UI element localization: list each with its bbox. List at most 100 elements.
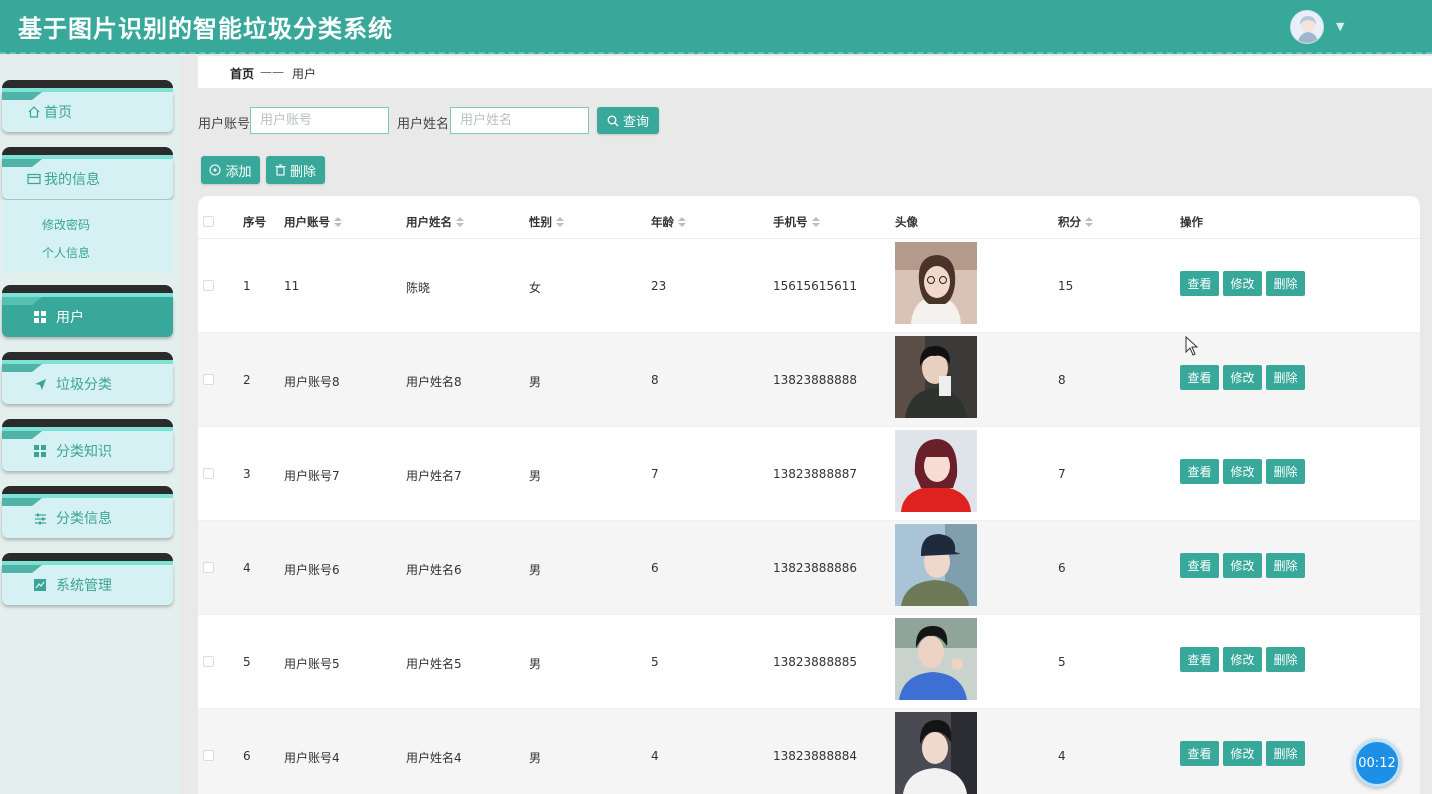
- sidebar-item-sort-info[interactable]: 分类信息: [2, 486, 173, 538]
- user-photo[interactable]: [895, 618, 977, 700]
- user-photo[interactable]: [895, 242, 977, 324]
- sidebar-item-body[interactable]: 首页: [2, 92, 173, 132]
- cell-age: 8: [651, 373, 659, 387]
- sidebar-item-sort-knowledge[interactable]: 分类知识: [2, 419, 173, 471]
- column-header-points[interactable]: 积分: [1058, 214, 1093, 230]
- sidebar-item-label: 首页: [44, 105, 72, 121]
- cell-phone: 15615615611: [773, 279, 857, 293]
- table-row: 2 用户账号8 用户姓名8 男 8 13823888888 8 查看 修改 删除: [198, 333, 1420, 427]
- user-photo[interactable]: [895, 712, 977, 794]
- query-button-label: 查询: [622, 115, 649, 130]
- edit-button[interactable]: 修改: [1223, 647, 1262, 672]
- sidebar-item-my-info[interactable]: 我的信息: [2, 147, 173, 199]
- user-avatar[interactable]: [1290, 10, 1324, 44]
- user-photo[interactable]: [895, 336, 977, 418]
- view-button[interactable]: 查看: [1180, 647, 1219, 672]
- column-header-gender[interactable]: 性别: [529, 214, 564, 230]
- add-button-label: 添加: [225, 164, 252, 180]
- edit-button[interactable]: 修改: [1223, 459, 1262, 484]
- column-header-phone[interactable]: 手机号: [773, 214, 820, 230]
- app-title: 基于图片识别的智能垃圾分类系统: [18, 15, 393, 43]
- delete-button[interactable]: 删除: [1266, 271, 1305, 296]
- cell-phone: 13823888887: [773, 467, 857, 481]
- sidebar-item-garbage-sort[interactable]: 垃圾分类: [2, 352, 173, 404]
- view-button[interactable]: 查看: [1180, 741, 1219, 766]
- card-top: [2, 285, 173, 297]
- cell-age: 23: [651, 279, 667, 293]
- sidebar-item-body[interactable]: 我的信息: [2, 159, 173, 199]
- card-top: [2, 486, 173, 498]
- cell-gender: 男: [529, 563, 542, 577]
- add-button[interactable]: 添加: [201, 156, 260, 184]
- cell-index: 3: [243, 467, 251, 481]
- sidebar-item-body[interactable]: 系统管理: [2, 565, 173, 605]
- table-row: 6 用户账号4 用户姓名4 男 4 13823888884 4 查看 修改 删除: [198, 709, 1420, 794]
- cell-name: 用户姓名4: [406, 751, 462, 765]
- recording-timer[interactable]: 00:12: [1353, 739, 1401, 787]
- avatar-image: [1291, 11, 1323, 43]
- sort-icon[interactable]: [678, 217, 686, 227]
- sidebar-item-label: 垃圾分类: [56, 377, 112, 393]
- delete-button[interactable]: 删除: [1266, 553, 1305, 578]
- edit-button[interactable]: 修改: [1223, 553, 1262, 578]
- row-checkbox[interactable]: [203, 750, 214, 761]
- sidebar-item-system-admin[interactable]: 系统管理: [2, 553, 173, 605]
- row-checkbox[interactable]: [203, 562, 214, 573]
- sidebar-item-users[interactable]: 用户: [2, 285, 173, 337]
- cell-phone: 13823888884: [773, 749, 857, 763]
- account-search-input[interactable]: [250, 107, 389, 134]
- send-icon: [32, 376, 48, 392]
- view-button[interactable]: 查看: [1180, 271, 1219, 296]
- column-header-name[interactable]: 用户姓名: [406, 214, 464, 230]
- cell-gender: 男: [529, 469, 542, 483]
- name-search-input[interactable]: [450, 107, 589, 134]
- column-header-age[interactable]: 年龄: [651, 214, 686, 230]
- user-photo[interactable]: [895, 430, 977, 512]
- submenu-change-password[interactable]: 修改密码: [42, 216, 90, 233]
- card-top: [2, 147, 173, 159]
- top-header: 基于图片识别的智能垃圾分类系统 ▼: [0, 0, 1432, 54]
- grid-icon: [32, 309, 48, 325]
- row-checkbox[interactable]: [203, 656, 214, 667]
- select-all-checkbox[interactable]: [203, 216, 214, 227]
- breadcrumb-home[interactable]: 首页: [230, 65, 254, 82]
- sidebar-item-body[interactable]: 分类知识: [2, 431, 173, 471]
- user-photo[interactable]: [895, 524, 977, 606]
- sort-icon[interactable]: [456, 217, 464, 227]
- sidebar-item-body[interactable]: 垃圾分类: [2, 364, 173, 404]
- cell-index: 1: [243, 279, 251, 293]
- breadcrumb: 首页 —— 用户: [198, 56, 1432, 88]
- cell-gender: 男: [529, 751, 542, 765]
- sidebar-item-home[interactable]: 首页: [2, 80, 173, 132]
- chart-icon: [32, 577, 48, 593]
- view-button[interactable]: 查看: [1180, 553, 1219, 578]
- column-header-account[interactable]: 用户账号: [284, 214, 342, 230]
- row-checkbox[interactable]: [203, 374, 214, 385]
- query-button[interactable]: 查询: [597, 107, 659, 134]
- row-checkbox[interactable]: [203, 468, 214, 479]
- sidebar-item-label: 分类知识: [56, 444, 112, 460]
- sidebar-item-body[interactable]: 用户: [2, 297, 173, 337]
- cell-gender: 女: [529, 281, 542, 295]
- sort-icon[interactable]: [556, 217, 564, 227]
- user-menu-caret-icon[interactable]: ▼: [1336, 20, 1344, 33]
- submenu-personal-info[interactable]: 个人信息: [42, 244, 90, 261]
- sort-icon[interactable]: [811, 217, 820, 227]
- view-button[interactable]: 查看: [1180, 459, 1219, 484]
- sort-icon[interactable]: [334, 217, 342, 227]
- sidebar-item-body[interactable]: 分类信息: [2, 498, 173, 538]
- table-row: 4 用户账号6 用户姓名6 男 6 13823888886 6 查看 修改 删除: [198, 521, 1420, 615]
- batch-delete-button[interactable]: 删除: [266, 156, 325, 184]
- edit-button[interactable]: 修改: [1223, 271, 1262, 296]
- delete-button[interactable]: 删除: [1266, 459, 1305, 484]
- row-checkbox[interactable]: [203, 280, 214, 291]
- cell-points: 7: [1058, 467, 1066, 481]
- delete-button[interactable]: 删除: [1266, 365, 1305, 390]
- edit-button[interactable]: 修改: [1223, 741, 1262, 766]
- edit-button[interactable]: 修改: [1223, 365, 1262, 390]
- sort-icon[interactable]: [1085, 217, 1093, 227]
- home-icon: [26, 104, 42, 120]
- delete-button[interactable]: 删除: [1266, 647, 1305, 672]
- delete-button[interactable]: 删除: [1266, 741, 1305, 766]
- view-button[interactable]: 查看: [1180, 365, 1219, 390]
